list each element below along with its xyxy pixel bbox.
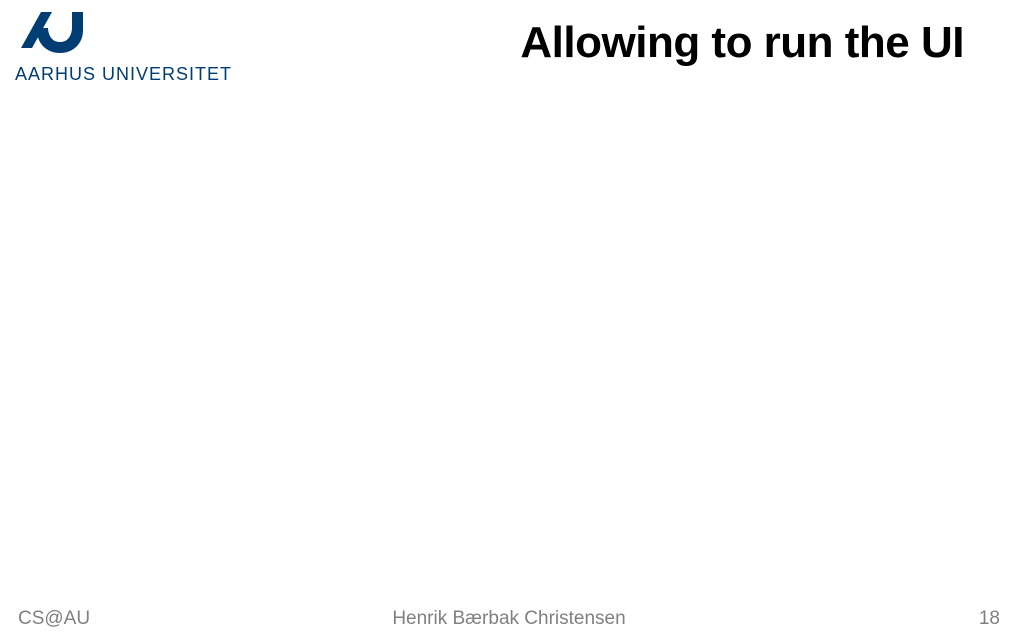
footer-author: Henrik Bærbak Christensen [392, 608, 625, 630]
slide-title: Allowing to run the UI [520, 18, 964, 68]
university-logo-block: AARHUS UNIVERSITET [15, 8, 232, 85]
page-number: 18 [979, 608, 1000, 630]
university-name: AARHUS UNIVERSITET [15, 64, 232, 85]
slide-footer: CS@AU Henrik Bærbak Christensen 18 [18, 608, 1000, 630]
slide-header: AARHUS UNIVERSITET Allowing to run the U… [15, 8, 1004, 85]
footer-left-label: CS@AU [18, 608, 90, 630]
aarhus-university-logo-icon [15, 8, 85, 58]
